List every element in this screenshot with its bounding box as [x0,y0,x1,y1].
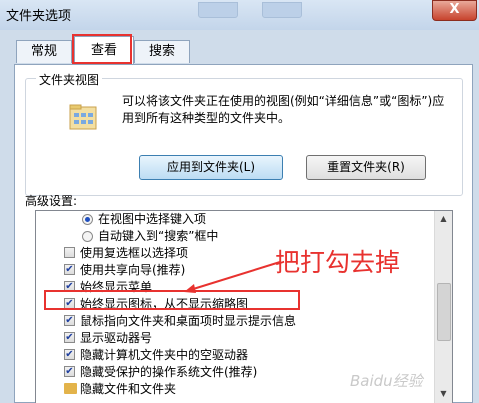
annotation-arrow-icon [184,261,281,293]
watermark: Baidu经验 [350,372,423,390]
annotation-text: 把打勾去掉 [275,248,401,277]
